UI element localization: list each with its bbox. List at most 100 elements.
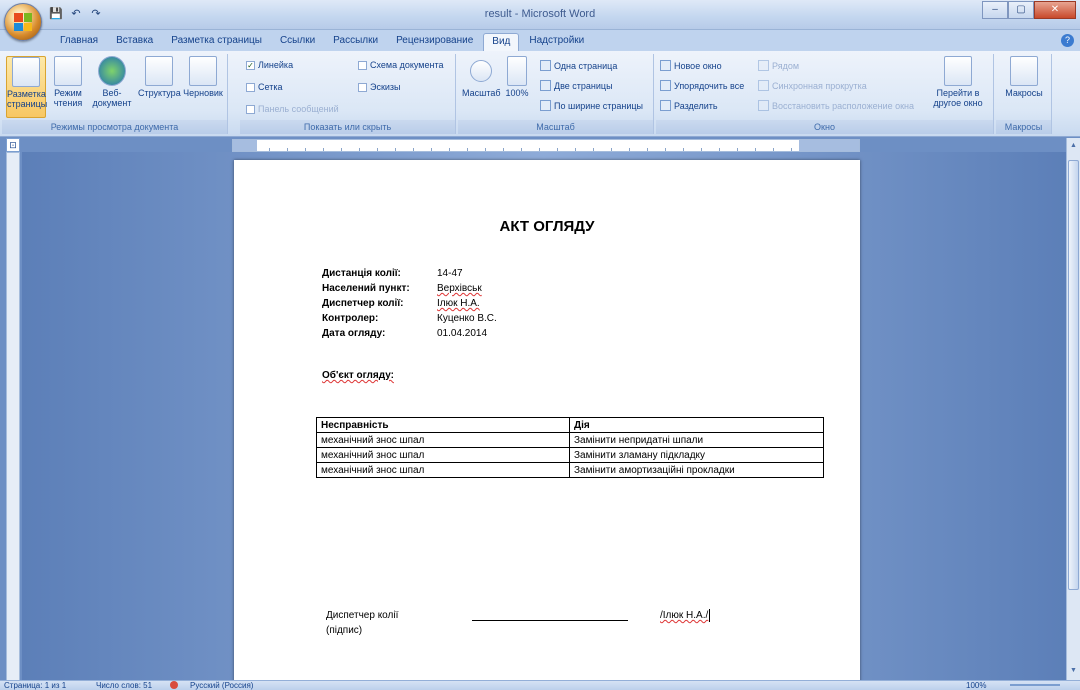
- table-cell: механічний знос шпал: [316, 447, 570, 463]
- signature-name: /Ілюк Н.А./: [660, 610, 709, 621]
- reset-position-button: Восстановить расположение окна: [758, 100, 914, 111]
- proofing-icon[interactable]: [170, 681, 178, 690]
- window-controls: – ▢ ✕: [982, 1, 1076, 19]
- ruler-checkbox[interactable]: ✓ Линейка: [246, 60, 293, 70]
- zoom-100-button[interactable]: 100%: [502, 56, 532, 118]
- horizontal-ruler[interactable]: [232, 139, 860, 152]
- switch-windows-button[interactable]: Перейти в другое окно: [928, 56, 988, 118]
- group-label: Показать или скрыть: [240, 120, 455, 134]
- web-layout-button[interactable]: Веб-документ: [90, 56, 134, 118]
- group-label: Окно: [656, 120, 993, 134]
- maximize-button[interactable]: ▢: [1008, 1, 1034, 19]
- object-label: Об'єкт огляду:: [322, 370, 394, 381]
- message-bar-checkbox: Панель сообщений: [246, 104, 339, 114]
- tab-view[interactable]: Вид: [483, 33, 520, 52]
- language-indicator[interactable]: Русский (Россия): [190, 681, 253, 690]
- signature-line: [472, 620, 628, 621]
- macros-button[interactable]: Макросы: [1002, 56, 1046, 118]
- vertical-ruler[interactable]: [6, 152, 20, 690]
- document-page[interactable]: АКТ ОГЛЯДУ Дистанція колії: 14-47 Населе…: [234, 160, 860, 690]
- field-value: Ілюк Н.А.: [437, 298, 480, 309]
- title-bar: 💾 ↶ ↷ result - Microsoft Word – ▢ ✕: [0, 0, 1080, 30]
- group-label: Макросы: [996, 120, 1051, 134]
- arrange-all-icon: [660, 80, 671, 91]
- new-window-button[interactable]: Новое окно: [660, 60, 722, 71]
- two-pages-button[interactable]: Две страницы: [540, 80, 613, 91]
- page-100-icon: [507, 56, 527, 86]
- document-map-checkbox[interactable]: Схема документа: [358, 60, 443, 70]
- page-width-button[interactable]: По ширине страницы: [540, 100, 643, 111]
- checkbox: [246, 82, 255, 92]
- tab-mailings[interactable]: Рассылки: [325, 33, 386, 52]
- side-by-side-icon: [758, 60, 769, 71]
- arrange-all-button[interactable]: Упорядочить все: [660, 80, 744, 91]
- ruler-toggle-button[interactable]: ⊡: [6, 138, 20, 152]
- grid-checkbox[interactable]: Сетка: [246, 82, 282, 92]
- field-row: Контролер: Куценко В.С.: [322, 311, 497, 326]
- signature-block: Диспетчер колії (підпис): [326, 608, 398, 638]
- text-cursor: [709, 608, 711, 622]
- field-label: Населений пункт:: [322, 283, 410, 294]
- reading-mode-button[interactable]: Режим чтения: [48, 56, 88, 118]
- document-fields: Дистанція колії: 14-47 Населений пункт: …: [322, 266, 497, 341]
- word-count[interactable]: Число слов: 51: [96, 681, 152, 690]
- page-count[interactable]: Страница: 1 из 1: [4, 681, 66, 690]
- scrollbar-thumb[interactable]: [1068, 160, 1079, 590]
- one-page-button[interactable]: Одна страница: [540, 60, 617, 71]
- signature-note: (підпис): [326, 625, 363, 636]
- tab-addins[interactable]: Надстройки: [521, 33, 592, 52]
- tab-review[interactable]: Рецензирование: [388, 33, 481, 52]
- minimize-button[interactable]: –: [982, 1, 1008, 19]
- signature-role: Диспетчер колії: [326, 610, 399, 621]
- table-cell: механічний знос шпал: [316, 462, 570, 478]
- page-width-icon: [540, 100, 551, 111]
- field-row: Диспетчер колії: Ілюк Н.А.: [322, 296, 497, 311]
- group-view-modes: Разметка страницы Режим чтения Веб-докум…: [2, 54, 228, 134]
- tab-insert[interactable]: Вставка: [108, 33, 161, 52]
- table-cell: Замінити непридатні шпали: [569, 432, 824, 448]
- side-by-side-button: Рядом: [758, 60, 799, 71]
- split-button[interactable]: Разделить: [660, 100, 718, 111]
- sync-scroll-button: Синхронная прокрутка: [758, 80, 867, 91]
- field-value: 14-47: [437, 268, 463, 279]
- signature-name-block: /Ілюк Н.А./: [660, 608, 711, 623]
- field-value: 01.04.2014: [437, 328, 488, 339]
- zoom-button[interactable]: Масштаб: [462, 56, 501, 118]
- reading-mode-icon: [54, 56, 82, 86]
- help-icon[interactable]: ?: [1061, 34, 1074, 47]
- reset-position-icon: [758, 100, 769, 111]
- draft-icon: [189, 56, 217, 86]
- outline-button[interactable]: Структура: [138, 56, 181, 118]
- magnifier-icon: [470, 60, 492, 82]
- tab-home[interactable]: Главная: [52, 33, 106, 52]
- sync-scroll-icon: [758, 80, 769, 91]
- scroll-down-icon[interactable]: ▼: [1069, 667, 1078, 676]
- table-cell: Замінити амортизаційні прокладки: [569, 462, 824, 478]
- checkbox-checked: ✓: [246, 60, 255, 70]
- print-layout-button[interactable]: Разметка страницы: [6, 56, 47, 118]
- vertical-scrollbar[interactable]: ▲ ▼: [1066, 138, 1080, 680]
- zoom-slider[interactable]: [1010, 684, 1060, 686]
- table-cell: Замінити зламану підкладку: [569, 447, 824, 463]
- field-row: Дата огляду: 01.04.2014: [322, 326, 497, 341]
- close-button[interactable]: ✕: [1034, 1, 1076, 19]
- globe-icon: [98, 56, 126, 86]
- draft-button[interactable]: Черновик: [182, 56, 224, 118]
- outline-icon: [145, 56, 173, 86]
- office-logo-icon: [14, 13, 32, 31]
- print-layout-icon: [12, 57, 40, 87]
- thumbnails-checkbox[interactable]: Эскизы: [358, 82, 401, 92]
- office-button[interactable]: [4, 3, 42, 41]
- macros-icon: [1010, 56, 1038, 86]
- group-label: Режимы просмотра документа: [2, 120, 227, 134]
- tab-page-layout[interactable]: Разметка страницы: [163, 33, 270, 52]
- zoom-level[interactable]: 100%: [966, 681, 986, 690]
- split-icon: [660, 100, 671, 111]
- ribbon-tabs-row: Главная Вставка Разметка страницы Ссылки…: [0, 30, 1080, 52]
- table-cell: механічний знос шпал: [316, 432, 570, 448]
- checkbox: [358, 60, 367, 70]
- tab-references[interactable]: Ссылки: [272, 33, 323, 52]
- scroll-up-icon[interactable]: ▲: [1069, 142, 1078, 151]
- table-row: механічний знос шпал Замінити амортизаці…: [316, 462, 824, 478]
- group-macros: Макросы Макросы: [996, 54, 1052, 134]
